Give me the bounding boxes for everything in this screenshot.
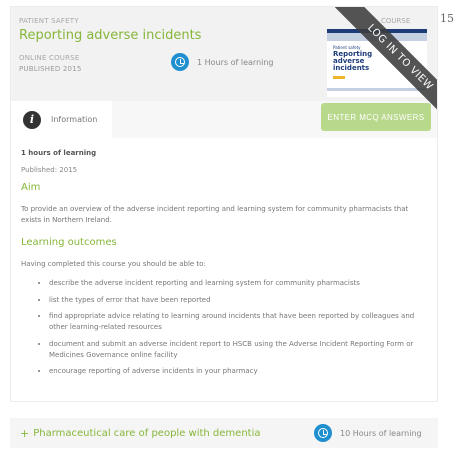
list-item: encourage reporting of adverse incidents… (49, 366, 426, 377)
course-card: PATIENT SAFETY Reporting adverse inciden… (10, 6, 438, 402)
info-icon: i (23, 110, 41, 129)
course-row-hours-text: 10 Hours of learning (340, 428, 422, 438)
list-item: list the types of error that have been r… (49, 295, 426, 306)
course-row-hours: 10 Hours of learning (314, 424, 422, 442)
course-details: 1 hours of learning Published: 2015 Aim … (11, 138, 437, 401)
course-row-dementia[interactable]: + Pharmaceutical care of people with dem… (10, 418, 438, 448)
course-published: PUBLISHED 2015 (19, 65, 82, 73)
course-hours: 1 Hours of learning (171, 53, 274, 71)
clock-icon (314, 424, 332, 442)
course-hours-text: 1 Hours of learning (197, 57, 274, 67)
list-item: document and submit an adverse incident … (49, 339, 426, 361)
plus-icon: + (20, 426, 30, 440)
course-type: ONLINE COURSE (19, 54, 80, 62)
learning-outcomes-heading: Learning outcomes (21, 237, 117, 248)
course-category: PATIENT SAFETY (19, 17, 79, 25)
course-header[interactable]: PATIENT SAFETY Reporting adverse inciden… (11, 7, 437, 133)
tab-information[interactable]: i Information (11, 101, 112, 138)
page-number: 15 (440, 12, 454, 25)
tab-information-label: Information (51, 115, 98, 124)
details-published: Published: 2015 (21, 166, 78, 174)
aim-text: To provide an overview of the adverse in… (21, 205, 409, 224)
list-item: find appropriate advice relating to lear… (49, 311, 426, 333)
course-row-title[interactable]: Pharmaceutical care of people with demen… (33, 428, 260, 439)
course-title[interactable]: Reporting adverse incidents (19, 28, 201, 43)
learning-outcomes-list: describe the adverse incident reporting … (21, 278, 426, 383)
list-item: describe the adverse incident reporting … (49, 278, 426, 289)
clock-icon (171, 53, 189, 71)
aim-heading: Aim (21, 182, 41, 193)
details-hours: 1 hours of learning (21, 149, 97, 157)
enter-mcq-answers-button[interactable]: ENTER MCQ ANSWERS (321, 103, 431, 131)
learning-outcomes-intro: Having completed this course you should … (21, 260, 206, 268)
